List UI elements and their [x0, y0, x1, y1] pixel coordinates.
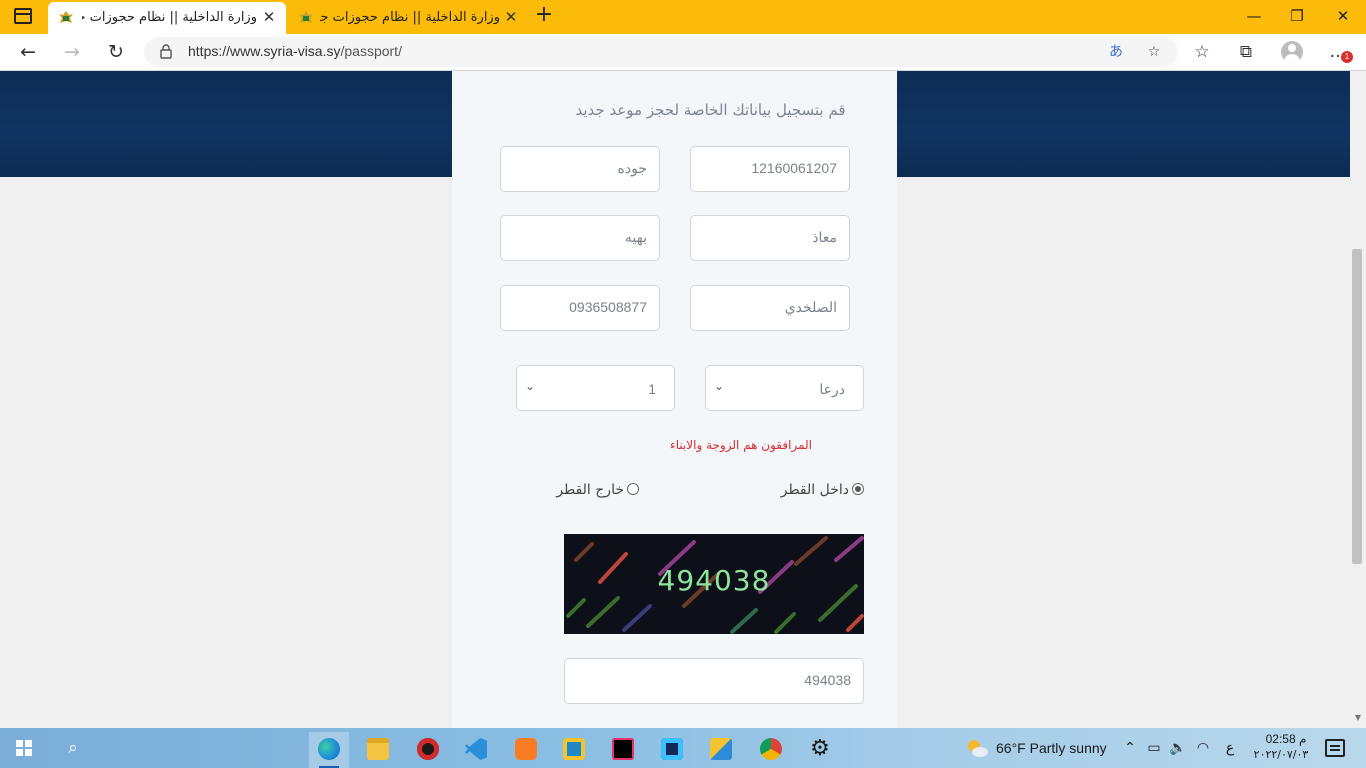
- scroll-down-arrow-icon[interactable]: ▼: [1353, 713, 1363, 723]
- tab-title: وزارة الداخلية || نظام حجوزات جوازا: [82, 10, 257, 25]
- tab-title: وزارة الداخلية || نظام حجوزات جوازا: [320, 10, 500, 25]
- radio-selected-icon[interactable]: [852, 483, 864, 495]
- registration-card: قم بتسجيل بياناتك الخاصة لحجز موعد جديد …: [452, 71, 897, 728]
- page-viewport: قم بتسجيل بياناتك الخاصة لحجز موعد جديد …: [0, 71, 1350, 728]
- national-id-input[interactable]: 12160061207: [690, 146, 850, 192]
- favorites-icon[interactable]: ☆: [1190, 40, 1214, 64]
- chrome-app-icon[interactable]: [751, 732, 791, 768]
- battery-icon[interactable]: ▭: [1144, 738, 1164, 758]
- captcha-image: 494038: [564, 534, 864, 634]
- last-name-input[interactable]: جوده: [500, 146, 660, 192]
- governorate-select[interactable]: درعا ⌄: [705, 365, 864, 411]
- input-language[interactable]: ع: [1220, 738, 1240, 758]
- windows-taskbar: ⌕ ⚙ 66°F Partly sunny ⌃ ▭ 🔈 ◠ ع 02:58 م …: [0, 728, 1366, 768]
- companions-select[interactable]: 1 ⌄: [516, 365, 675, 411]
- chevron-up-icon[interactable]: ⌃: [1120, 738, 1140, 758]
- url-path: /passport/: [340, 43, 402, 59]
- syria-emblem-icon: [59, 11, 73, 23]
- mother-name-input[interactable]: بهيه: [500, 215, 660, 261]
- chrome-icon: [760, 738, 782, 760]
- scrollbar-thumb[interactable]: [1352, 249, 1362, 564]
- edge-icon: [318, 738, 340, 760]
- radio-label: خارج القطر: [556, 482, 624, 498]
- tab-inactive[interactable]: وزارة الداخلية || نظام حجوزات جوازا ✕: [290, 2, 528, 34]
- search-icon[interactable]: ⌕: [62, 737, 84, 759]
- file-explorer-app-icon[interactable]: [358, 732, 398, 768]
- edge-app-icon[interactable]: [309, 732, 349, 768]
- address-bar[interactable]: https://www.syria-visa.sy/passport/ あ ☆: [144, 37, 1178, 67]
- colorful-app-icon: [710, 738, 732, 760]
- family-name-input[interactable]: الصلخدي: [690, 285, 850, 331]
- notification-center-icon[interactable]: [1325, 739, 1345, 757]
- clock-date[interactable]: ٢٠٢٢/٠٧/٠٣: [1248, 748, 1314, 761]
- companions-value: 1: [648, 381, 656, 397]
- browser-tab-bar: وزارة الداخلية || نظام حجوزات جوازا ✕ وز…: [0, 0, 1366, 34]
- read-aloud-translate-icon[interactable]: あ: [1106, 43, 1126, 61]
- forward-arrow-icon[interactable]: →: [59, 40, 85, 64]
- new-tab-button[interactable]: +: [534, 4, 554, 26]
- captcha-code: 494038: [657, 564, 771, 597]
- notification-badge: 1: [1341, 51, 1353, 63]
- xampp-icon: [515, 738, 537, 760]
- profile-avatar[interactable]: [1281, 41, 1303, 63]
- xampp-app-icon[interactable]: [506, 732, 546, 768]
- radio-inside-country[interactable]: داخل القطر: [781, 482, 864, 498]
- intellij-icon: [612, 738, 634, 760]
- url-text: https://www.syria-visa.sy/passport/: [188, 43, 402, 59]
- chevron-down-icon: ⌄: [524, 379, 535, 393]
- radio-unselected-icon[interactable]: [627, 483, 639, 495]
- url-domain: https://www.syria-visa.sy: [188, 43, 341, 59]
- tab-actions-icon[interactable]: [14, 8, 32, 24]
- close-window-button[interactable]: ✕: [1323, 4, 1363, 28]
- volume-icon[interactable]: 🔈: [1168, 738, 1188, 758]
- add-favorite-icon[interactable]: ☆: [1144, 43, 1164, 61]
- minimize-button[interactable]: —: [1234, 4, 1274, 28]
- radio-label: داخل القطر: [780, 482, 849, 498]
- shield-app-icon: [661, 738, 683, 760]
- yellow-frame-app-icon: [563, 738, 585, 760]
- vpn-app-icon[interactable]: [652, 732, 692, 768]
- browser-toolbar: ← → ↻ https://www.syria-visa.sy/passport…: [0, 34, 1366, 71]
- intellij-app-icon[interactable]: [603, 732, 643, 768]
- radio-outside-country[interactable]: خارج القطر: [556, 482, 639, 498]
- syria-emblem-icon: [299, 11, 313, 23]
- captcha-input[interactable]: 494038: [564, 658, 864, 704]
- clock-time[interactable]: 02:58 م: [1258, 732, 1314, 746]
- companions-note: المرافقون هم الزوجة والابناء: [670, 438, 812, 452]
- back-arrow-icon[interactable]: ←: [15, 40, 41, 64]
- red-circle-app-icon: [417, 738, 439, 760]
- close-tab-icon[interactable]: ✕: [260, 8, 278, 26]
- restore-button[interactable]: ❐: [1277, 4, 1317, 28]
- app-colorful-icon[interactable]: [701, 732, 741, 768]
- page-scrollbar[interactable]: ▼: [1350, 71, 1366, 728]
- phone-input[interactable]: 0936508877: [500, 285, 660, 331]
- refresh-icon[interactable]: ↻: [103, 40, 129, 64]
- wifi-icon[interactable]: ◠: [1193, 738, 1213, 758]
- form-heading: قم بتسجيل بياناتك الخاصة لحجز موعد جديد: [575, 101, 846, 119]
- folder-icon: [367, 738, 389, 760]
- vscode-icon: [465, 738, 487, 760]
- app-red-icon[interactable]: [408, 732, 448, 768]
- settings-app-icon[interactable]: ⚙: [800, 732, 840, 768]
- lock-icon: [160, 44, 172, 59]
- vscode-app-icon[interactable]: [456, 732, 496, 768]
- app-yellow-icon[interactable]: [554, 732, 594, 768]
- weather-text[interactable]: 66°F Partly sunny: [996, 740, 1107, 756]
- close-tab-icon[interactable]: ✕: [502, 8, 520, 26]
- first-name-input[interactable]: معاذ: [690, 215, 850, 261]
- chevron-down-icon: ⌄: [713, 379, 724, 393]
- tab-active[interactable]: وزارة الداخلية || نظام حجوزات جوازا ✕: [48, 2, 286, 34]
- collections-icon[interactable]: ⧉: [1234, 40, 1258, 64]
- gear-icon: ⚙: [810, 736, 830, 761]
- governorate-value: درعا: [819, 381, 845, 397]
- partly-sunny-icon: [968, 740, 988, 757]
- windows-start-icon[interactable]: [16, 740, 32, 756]
